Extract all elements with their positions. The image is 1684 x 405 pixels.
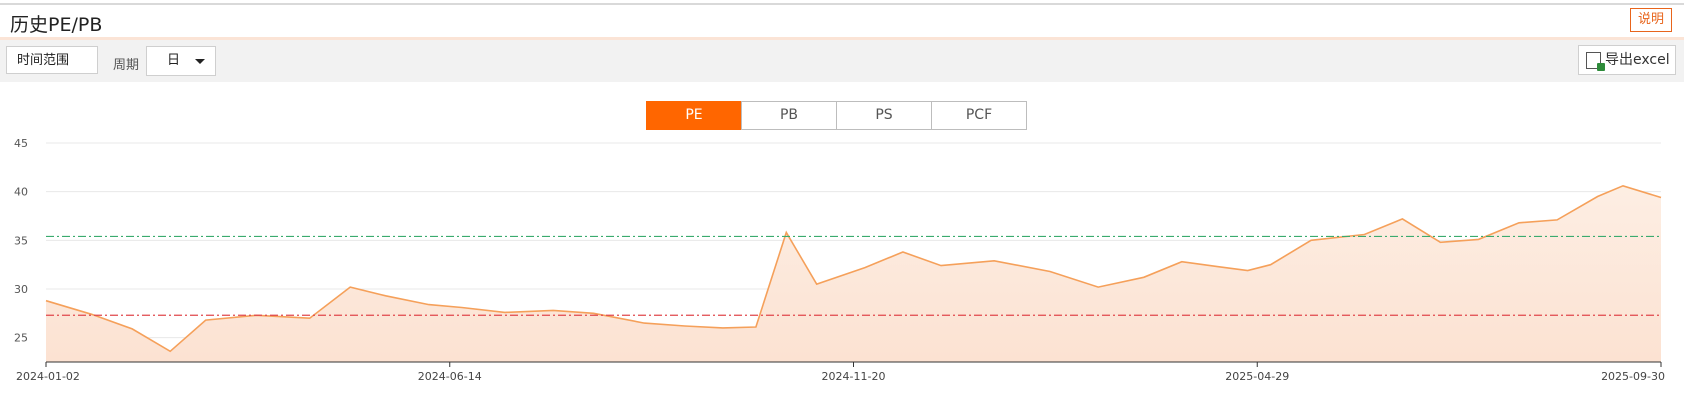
y-tick-label: 30 xyxy=(14,283,28,296)
y-tick-label: 25 xyxy=(14,332,28,345)
x-tick-label: 2024-11-20 xyxy=(822,370,886,383)
x-tick-label: 2025-04-29 xyxy=(1225,370,1289,383)
pe-history-chart: 25 30 35 40 45 2024-01-02 2024-06-14 2024-11-20… xyxy=(14,137,1665,383)
x-tick-label: 2024-01-02 xyxy=(16,370,80,383)
series-area xyxy=(46,185,1661,362)
y-tick-label: 45 xyxy=(14,137,28,150)
x-tick-label: 2025-09-30 xyxy=(1601,370,1665,383)
x-tick-label: 2024-06-14 xyxy=(418,370,482,383)
y-tick-label: 35 xyxy=(14,234,28,247)
y-tick-label: 40 xyxy=(14,186,28,199)
